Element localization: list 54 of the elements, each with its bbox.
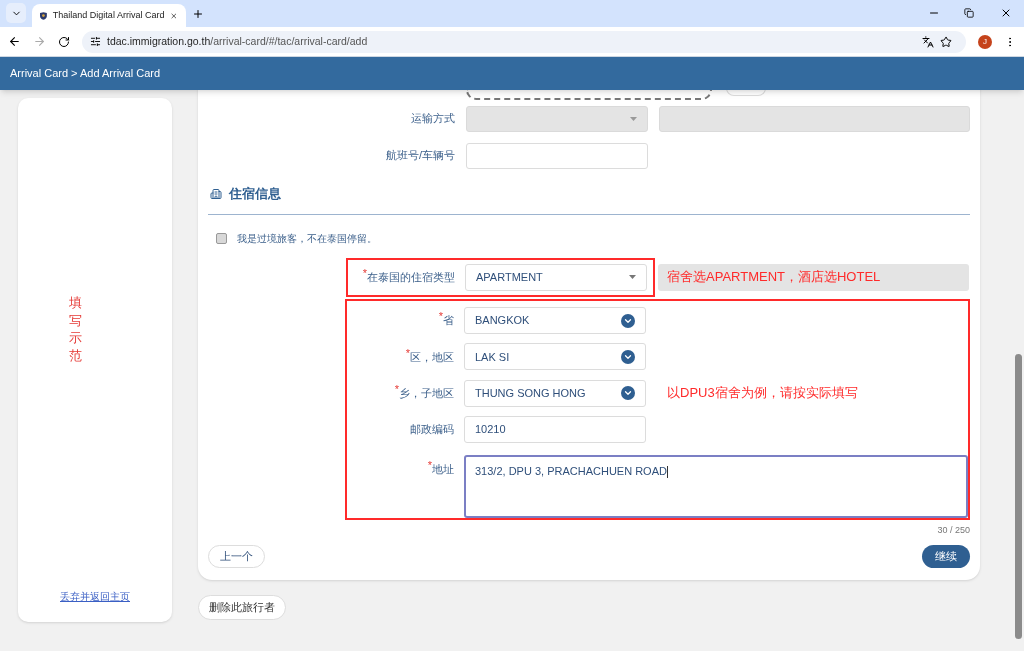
shield-icon [40,10,47,21]
select-field[interactable]: BANGKOK [464,307,646,335]
building-icon [210,187,222,200]
delete-traveler-button[interactable]: 删除此旅行者 [198,594,286,620]
field-label: 区，地区 [410,350,454,365]
accommodation-type-select[interactable]: APARTMENT [465,263,647,291]
address-bar[interactable]: tdac.immigration.go.th/arrival-card/#/tac/arrival-card/add [82,30,966,53]
new-tab-icon[interactable] [192,8,204,20]
tab-title: Thailand Digital Arrival Card [52,8,165,22]
required-mark: * [427,457,432,471]
continue-button[interactable]: 继续 [922,545,970,568]
transport-detail-field[interactable] [659,105,970,132]
annotation-note: 宿舍选APARTMENT，酒店选HOTEL [658,263,969,291]
chevron-down-icon [621,313,635,328]
example-label: 填写示范 [68,294,82,365]
translate-icon[interactable] [922,35,934,48]
input-field[interactable]: 10210 [464,415,646,443]
select-field[interactable]: THUNG SONG HONG [464,379,646,407]
chevron-down-icon [621,349,635,364]
profile-avatar[interactable]: J [978,34,992,49]
field-label: 乡，子地区 [399,386,454,401]
flight-number-field[interactable] [466,142,648,169]
breadcrumb: Arrival Card > Add Arrival Card [10,66,161,82]
required-mark: * [394,381,399,395]
browser-tab[interactable]: Thailand Digital Arrival Card [32,4,186,27]
required-mark: * [438,309,443,325]
checkbox-label: 我是过境旅客，不在泰国停留。 [237,231,377,246]
chevron-down-icon [621,386,635,401]
field-label: 运输方式 [410,111,455,127]
required-mark: * [405,345,410,359]
back-button[interactable]: 上一个 [208,545,265,568]
bookmark-icon[interactable] [940,35,952,48]
discard-link[interactable]: 丢弃并返回主页 [60,589,130,604]
caret-icon [629,275,636,279]
reload-icon[interactable] [58,35,70,48]
section-title: 住宿信息 [229,185,281,203]
address-textarea[interactable]: 313/2, DPU 3, PRACHACHUEN ROAD [464,454,968,518]
close-window-icon[interactable] [1000,7,1012,19]
transit-checkbox[interactable] [216,232,227,244]
field-label: 航班号/车辆号 [384,148,455,164]
restore-icon[interactable] [964,8,974,18]
field-label: 邮政编码 [410,422,454,438]
required-mark: * [362,265,367,279]
select-field[interactable]: LAK SI [464,343,646,371]
character-count: 30 / 250 [937,523,970,537]
url-text: tdac.immigration.go.th/arrival-card/#/tac/arrival-card/add [107,33,368,49]
annotation-note: 以DPU3宿舍为例，请按实际填写 [667,384,858,403]
close-icon[interactable] [170,10,178,21]
site-info-icon[interactable] [90,36,101,47]
back-icon[interactable] [8,35,21,48]
field-label: 地址 [432,462,454,477]
caret-icon [630,116,637,121]
field-label: 在泰国的住宿类型 [367,270,455,285]
field-label: 省 [443,313,454,329]
